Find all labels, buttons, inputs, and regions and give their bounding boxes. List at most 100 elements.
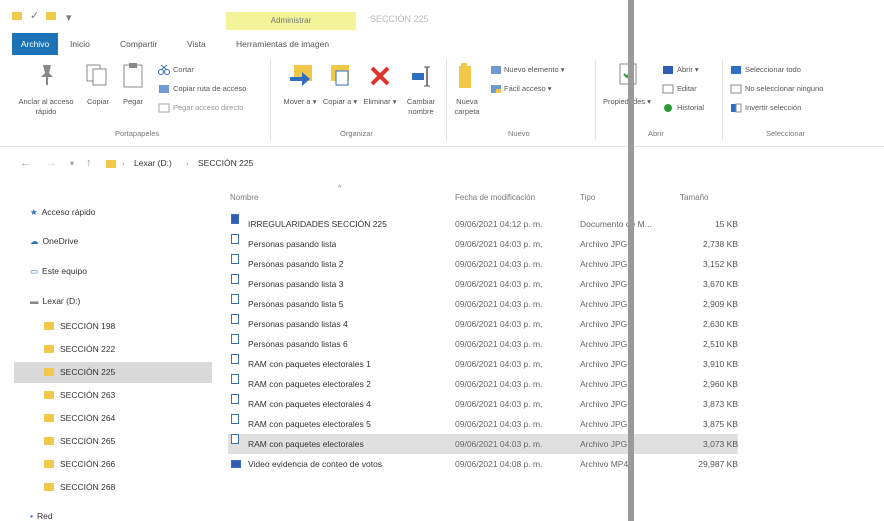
breadcrumb-separator-icon: ›	[186, 159, 189, 168]
nav-onedrive[interactable]: ☁ OneDrive	[30, 231, 78, 252]
screen-divider	[628, 0, 634, 521]
file-row[interactable]: RAM con paquetes electorales 4 09/06/2021…	[228, 394, 738, 414]
new-folder-button[interactable]: Nueva carpeta	[446, 97, 488, 117]
easy-access-button[interactable]: Fácil acceso ▾	[504, 84, 552, 93]
image-file-icon	[231, 414, 239, 424]
copy-to-button[interactable]: Copiar a ▾	[320, 97, 360, 107]
file-row[interactable]: Video evidencia de conteo de votos 09/06/…	[228, 454, 738, 474]
pin-quick-access-button[interactable]: Anclar al acceso rápido	[14, 97, 78, 117]
cut-icon	[158, 64, 170, 77]
file-name: Personas pasando lista 5	[248, 299, 344, 309]
file-name: RAM con paquetes electorales 4	[248, 399, 371, 409]
move-to-button[interactable]: Mover a ▾	[280, 97, 320, 107]
file-date: 09/06/2021 04:03 p. m.	[455, 439, 543, 449]
file-row[interactable]: RAM con paquetes electorales 2 09/06/2021…	[228, 374, 738, 394]
sort-ascending-icon: ^	[338, 185, 342, 192]
select-none-button[interactable]: No seleccionar ninguno	[745, 84, 823, 93]
image-file-icon	[231, 294, 239, 304]
nav-folder[interactable]: SECCIÓN 225	[14, 362, 212, 383]
address-bar: ← → ▾ ↑ › Lexar (D:) › SECCIÓN 225	[0, 150, 884, 176]
new-item-button[interactable]: Nuevo elemento ▾	[504, 65, 564, 74]
tab-file[interactable]: Archivo	[12, 33, 58, 55]
tab-view[interactable]: Vista	[187, 33, 206, 55]
file-name: RAM con paquetes electorales 5	[248, 419, 371, 429]
tab-picture-tools[interactable]: Herramientas de imagen	[236, 33, 329, 55]
file-row[interactable]: IRREGULARIDADES SECCIÓN 225 09/06/2021 04…	[228, 214, 738, 234]
rename-button[interactable]: Cambiar nombre	[400, 97, 442, 117]
new-folder-quick-icon[interactable]	[46, 11, 56, 23]
file-date: 09/06/2021 04:03 p. m.	[455, 259, 543, 269]
copy-to-icon	[328, 63, 352, 91]
video-file-icon	[231, 460, 241, 468]
history-button[interactable]: Historial	[677, 103, 704, 112]
column-header-date[interactable]: Fecha de modificación	[455, 193, 535, 202]
file-row[interactable]: Personas pasando listas 6 09/06/2021 04:0…	[228, 334, 738, 354]
tab-share[interactable]: Compartir	[120, 33, 157, 55]
file-date: 09/06/2021 04:03 p. m.	[455, 339, 543, 349]
up-arrow-icon[interactable]: ↑	[86, 157, 92, 169]
file-name: IRREGULARIDADES SECCIÓN 225	[248, 219, 387, 229]
forward-arrow-icon[interactable]: →	[46, 157, 57, 169]
nav-folder[interactable]: SECCIÓN 263	[40, 385, 212, 406]
history-icon	[662, 103, 674, 115]
file-type: Archivo JPG	[580, 379, 628, 389]
image-file-icon	[231, 234, 239, 244]
properties-button[interactable]: Propiedades ▾	[598, 97, 656, 107]
breadcrumb-folder[interactable]: SECCIÓN 225	[198, 158, 253, 168]
paste-shortcut-button[interactable]: Pegar acceso directo	[173, 103, 243, 112]
nav-folder[interactable]: SECCIÓN 222	[40, 339, 212, 360]
nav-folder[interactable]: SECCIÓN 268	[40, 477, 212, 498]
nav-folder[interactable]: SECCIÓN 265	[40, 431, 212, 452]
file-row[interactable]: Personas pasando lista 2 09/06/2021 04:03…	[228, 254, 738, 274]
nav-quick-access[interactable]: ★ Acceso rápido	[30, 202, 96, 223]
delete-button[interactable]: Eliminar ▾	[360, 97, 400, 107]
file-size: 2,909 KB	[703, 299, 738, 309]
copy-path-button[interactable]: Copiar ruta de acceso	[173, 84, 246, 93]
file-row[interactable]: RAM con paquetes electorales 1 09/06/2021…	[228, 354, 738, 374]
select-all-button[interactable]: Seleccionar todo	[745, 65, 801, 74]
file-row[interactable]: Personas pasando lista 09/06/2021 04:03 p…	[228, 234, 738, 254]
recent-locations-icon[interactable]: ▾	[70, 159, 74, 168]
nav-folder[interactable]: SECCIÓN 266	[40, 454, 212, 475]
file-date: 09/06/2021 04:03 p. m.	[455, 419, 543, 429]
file-date: 09/06/2021 04:03 p. m.	[455, 359, 543, 369]
file-list: Nombre ^ Fecha de modificación Tipo Tama…	[222, 185, 884, 521]
file-row[interactable]: Personas pasando listas 4 09/06/2021 04:0…	[228, 314, 738, 334]
image-file-icon	[231, 254, 239, 264]
file-size: 29,987 KB	[698, 459, 738, 469]
edit-button[interactable]: Editar	[677, 84, 697, 93]
file-date: 09/06/2021 04:08 p. m.	[455, 459, 543, 469]
file-row[interactable]: Personas pasando lista 3 09/06/2021 04:03…	[228, 274, 738, 294]
ribbon-separator	[270, 60, 271, 140]
image-file-icon	[231, 314, 239, 324]
nav-folder[interactable]: SECCIÓN 198	[40, 316, 212, 337]
nav-network[interactable]: ▪ Red	[30, 506, 53, 521]
folder-icon	[44, 368, 54, 376]
column-header-type[interactable]: Tipo	[580, 193, 595, 202]
copy-button[interactable]: Copiar	[80, 97, 116, 107]
file-row[interactable]: RAM con paquetes electorales 09/06/2021 0…	[228, 434, 738, 454]
folder-icon	[44, 437, 54, 445]
file-row[interactable]: Personas pasando lista 5 09/06/2021 04:03…	[228, 294, 738, 314]
select-group-label: Seleccionar	[766, 129, 806, 138]
file-type: Archivo JPG	[580, 319, 628, 329]
file-size: 3,875 KB	[703, 419, 738, 429]
breadcrumb-drive[interactable]: Lexar (D:)	[134, 158, 172, 168]
column-header-name[interactable]: Nombre	[230, 193, 258, 202]
paste-button[interactable]: Pegar	[117, 97, 149, 107]
copy-path-icon	[158, 84, 170, 96]
invert-selection-button[interactable]: Invertir selección	[745, 103, 801, 112]
column-header-size[interactable]: Tamaño	[680, 193, 708, 202]
back-arrow-icon[interactable]: ←	[20, 157, 31, 169]
properties-check-icon[interactable]: ✓	[30, 9, 39, 22]
navigation-pane: ★ Acceso rápido ☁ OneDrive ▭ Este equipo ▬ L…	[0, 190, 215, 521]
customize-quick-access-icon[interactable]: ▾	[66, 11, 72, 24]
cut-button[interactable]: Cortar	[173, 65, 194, 74]
nav-this-pc[interactable]: ▭ Este equipo	[30, 261, 87, 282]
open-button[interactable]: Abrir ▾	[677, 65, 699, 74]
tab-home[interactable]: Inicio	[70, 33, 90, 55]
nav-folder[interactable]: SECCIÓN 264	[40, 408, 212, 429]
file-row[interactable]: RAM con paquetes electorales 5 09/06/2021…	[228, 414, 738, 434]
quick-access-folder-icon[interactable]	[12, 11, 22, 23]
nav-drive[interactable]: ▬ Lexar (D:)	[30, 291, 80, 312]
